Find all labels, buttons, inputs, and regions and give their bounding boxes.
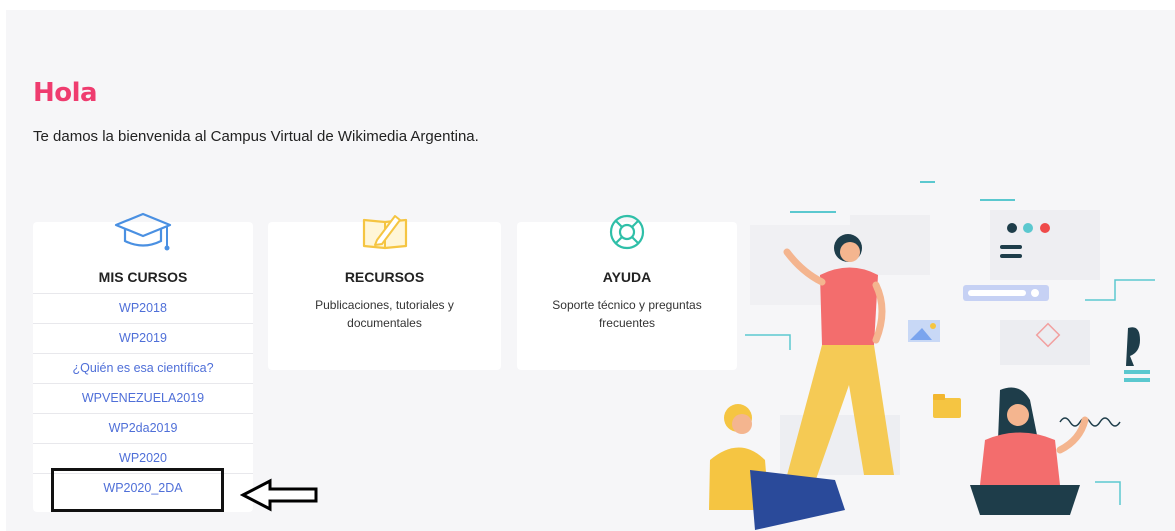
course-link-wp2da2019[interactable]: WP2da2019 [33,413,253,443]
course-link-wp2018[interactable]: WP2018 [33,293,253,323]
resources-title: RECURSOS [344,269,425,285]
help-description: Soporte técnico y preguntas frecuentes [552,298,702,330]
greeting-heading: Hola [33,78,98,108]
resources-description: Publicaciones, tutoriales y documentales [315,298,454,330]
lifebuoy-icon [609,214,645,250]
courses-title: MIS CURSOS [98,269,188,285]
course-link-quien-es-esa-cientifica[interactable]: ¿Quién es esa científica? [33,353,253,383]
graduation-cap-icon [114,212,172,251]
course-link-wp2019[interactable]: WP2019 [33,323,253,353]
course-link-wpvenezuela2019[interactable]: WPVENEZUELA2019 [33,383,253,413]
welcome-text: Te damos la bienvenida al Campus Virtual… [33,128,479,145]
highlight-box [51,468,224,512]
pointer-arrow-icon [240,478,318,512]
resources-card[interactable]: RECURSOS Publicaciones, tutoriales y doc… [268,215,501,370]
people-illustration [709,181,1155,530]
notebook-pencil-icon [362,215,408,250]
